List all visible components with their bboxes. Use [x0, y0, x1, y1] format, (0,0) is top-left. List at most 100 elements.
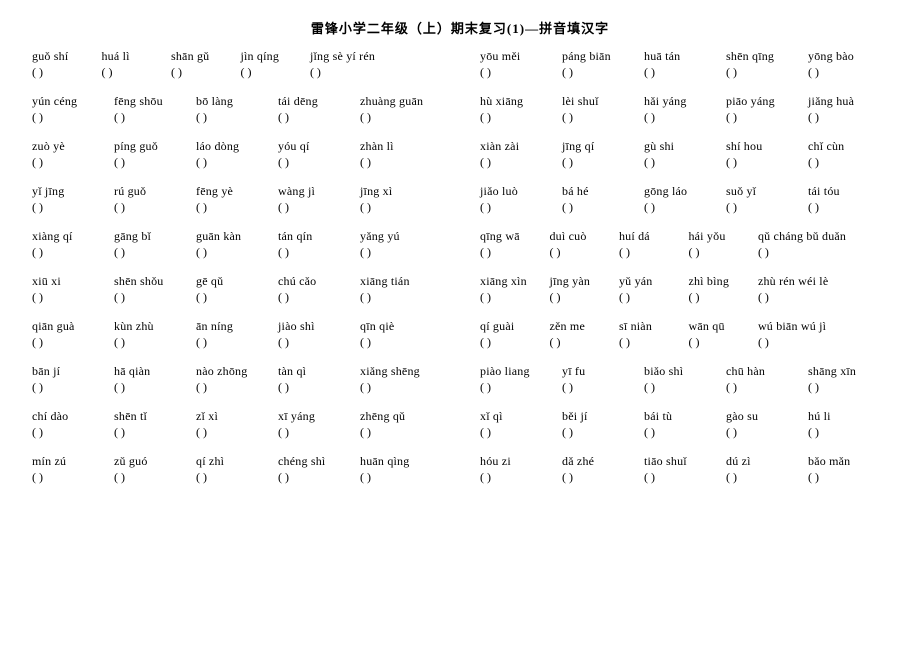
answer-blank[interactable]: ( ): [32, 381, 114, 393]
answer-blank[interactable]: ( ): [360, 291, 442, 303]
answer-blank[interactable]: ( ): [278, 201, 360, 213]
answer-blank[interactable]: ( ): [240, 66, 309, 78]
answer-blank[interactable]: ( ): [114, 426, 196, 438]
answer-blank[interactable]: ( ): [644, 111, 726, 123]
answer-blank[interactable]: ( ): [32, 111, 114, 123]
answer-blank[interactable]: ( ): [278, 381, 360, 393]
answer-blank[interactable]: ( ): [644, 471, 726, 483]
answer-blank[interactable]: ( ): [114, 471, 196, 483]
answer-blank[interactable]: ( ): [196, 111, 278, 123]
answer-blank[interactable]: ( ): [808, 66, 890, 78]
answer-blank[interactable]: ( ): [278, 156, 360, 168]
answer-blank[interactable]: ( ): [32, 156, 114, 168]
answer-blank[interactable]: ( ): [32, 246, 114, 258]
answer-blank[interactable]: ( ): [360, 156, 442, 168]
answer-blank[interactable]: ( ): [562, 381, 644, 393]
answer-blank[interactable]: ( ): [196, 381, 278, 393]
answer-blank[interactable]: ( ): [726, 381, 808, 393]
answer-blank[interactable]: ( ): [32, 291, 114, 303]
answer-blank[interactable]: ( ): [808, 471, 890, 483]
answer-blank[interactable]: ( ): [549, 246, 618, 258]
answer-blank[interactable]: ( ): [562, 111, 644, 123]
answer-blank[interactable]: ( ): [360, 246, 442, 258]
answer-blank[interactable]: ( ): [726, 201, 808, 213]
answer-blank[interactable]: ( ): [644, 426, 726, 438]
answer-blank[interactable]: ( ): [726, 66, 808, 78]
answer-blank[interactable]: ( ): [278, 471, 360, 483]
answer-blank[interactable]: ( ): [114, 291, 196, 303]
answer-blank[interactable]: ( ): [171, 66, 240, 78]
answer-blank[interactable]: ( ): [114, 201, 196, 213]
answer-blank[interactable]: ( ): [360, 201, 442, 213]
answer-blank[interactable]: ( ): [726, 426, 808, 438]
answer-blank[interactable]: ( ): [278, 426, 360, 438]
answer-blank[interactable]: ( ): [562, 426, 644, 438]
answer-blank[interactable]: ( ): [196, 201, 278, 213]
answer-blank[interactable]: ( ): [196, 336, 278, 348]
answer-blank[interactable]: ( ): [644, 381, 726, 393]
answer-blank[interactable]: ( ): [196, 156, 278, 168]
answer-blank[interactable]: ( ): [114, 336, 196, 348]
answer-blank[interactable]: ( ): [480, 426, 562, 438]
answer-blank[interactable]: ( ): [480, 246, 549, 258]
answer-blank[interactable]: ( ): [758, 291, 890, 303]
answer-blank[interactable]: ( ): [688, 291, 757, 303]
answer-blank[interactable]: ( ): [688, 336, 757, 348]
answer-blank[interactable]: ( ): [278, 336, 360, 348]
answer-blank[interactable]: ( ): [32, 471, 114, 483]
answer-blank[interactable]: ( ): [619, 336, 688, 348]
answer-blank[interactable]: ( ): [114, 111, 196, 123]
answer-blank[interactable]: ( ): [196, 471, 278, 483]
answer-blank[interactable]: ( ): [196, 246, 278, 258]
answer-blank[interactable]: ( ): [114, 246, 196, 258]
answer-blank[interactable]: ( ): [196, 291, 278, 303]
answer-blank[interactable]: ( ): [808, 426, 890, 438]
answer-blank[interactable]: ( ): [310, 66, 442, 78]
answer-blank[interactable]: ( ): [360, 381, 442, 393]
answer-blank[interactable]: ( ): [196, 426, 278, 438]
answer-blank[interactable]: ( ): [480, 381, 562, 393]
answer-blank[interactable]: ( ): [808, 156, 890, 168]
answer-blank[interactable]: ( ): [101, 66, 170, 78]
answer-blank[interactable]: ( ): [278, 246, 360, 258]
answer-blank[interactable]: ( ): [480, 156, 562, 168]
answer-blank[interactable]: ( ): [278, 111, 360, 123]
answer-blank[interactable]: ( ): [32, 66, 101, 78]
answer-blank[interactable]: ( ): [644, 201, 726, 213]
answer-blank[interactable]: ( ): [688, 246, 757, 258]
answer-blank[interactable]: ( ): [480, 201, 562, 213]
answer-blank[interactable]: ( ): [360, 111, 442, 123]
answer-blank[interactable]: ( ): [278, 291, 360, 303]
answer-blank[interactable]: ( ): [480, 111, 562, 123]
answer-blank[interactable]: ( ): [644, 156, 726, 168]
answer-blank[interactable]: ( ): [808, 201, 890, 213]
answer-blank[interactable]: ( ): [360, 336, 442, 348]
answer-blank[interactable]: ( ): [808, 111, 890, 123]
answer-blank[interactable]: ( ): [32, 201, 114, 213]
answer-blank[interactable]: ( ): [758, 336, 890, 348]
answer-blank[interactable]: ( ): [480, 471, 562, 483]
answer-blank[interactable]: ( ): [360, 426, 442, 438]
answer-blank[interactable]: ( ): [619, 246, 688, 258]
answer-blank[interactable]: ( ): [726, 471, 808, 483]
answer-blank[interactable]: ( ): [726, 156, 808, 168]
answer-blank[interactable]: ( ): [360, 471, 442, 483]
answer-blank[interactable]: ( ): [32, 426, 114, 438]
answer-blank[interactable]: ( ): [562, 471, 644, 483]
answer-blank[interactable]: ( ): [480, 336, 549, 348]
answer-blank[interactable]: ( ): [480, 66, 562, 78]
answer-blank[interactable]: ( ): [32, 336, 114, 348]
answer-blank[interactable]: ( ): [562, 66, 644, 78]
answer-blank[interactable]: ( ): [549, 336, 618, 348]
answer-blank[interactable]: ( ): [549, 291, 618, 303]
answer-blank[interactable]: ( ): [726, 111, 808, 123]
answer-blank[interactable]: ( ): [758, 246, 890, 258]
answer-blank[interactable]: ( ): [619, 291, 688, 303]
answer-blank[interactable]: ( ): [562, 156, 644, 168]
answer-blank[interactable]: ( ): [644, 66, 726, 78]
answer-blank[interactable]: ( ): [480, 291, 549, 303]
answer-blank[interactable]: ( ): [114, 156, 196, 168]
answer-blank[interactable]: ( ): [562, 201, 644, 213]
answer-blank[interactable]: ( ): [808, 381, 890, 393]
answer-blank[interactable]: ( ): [114, 381, 196, 393]
